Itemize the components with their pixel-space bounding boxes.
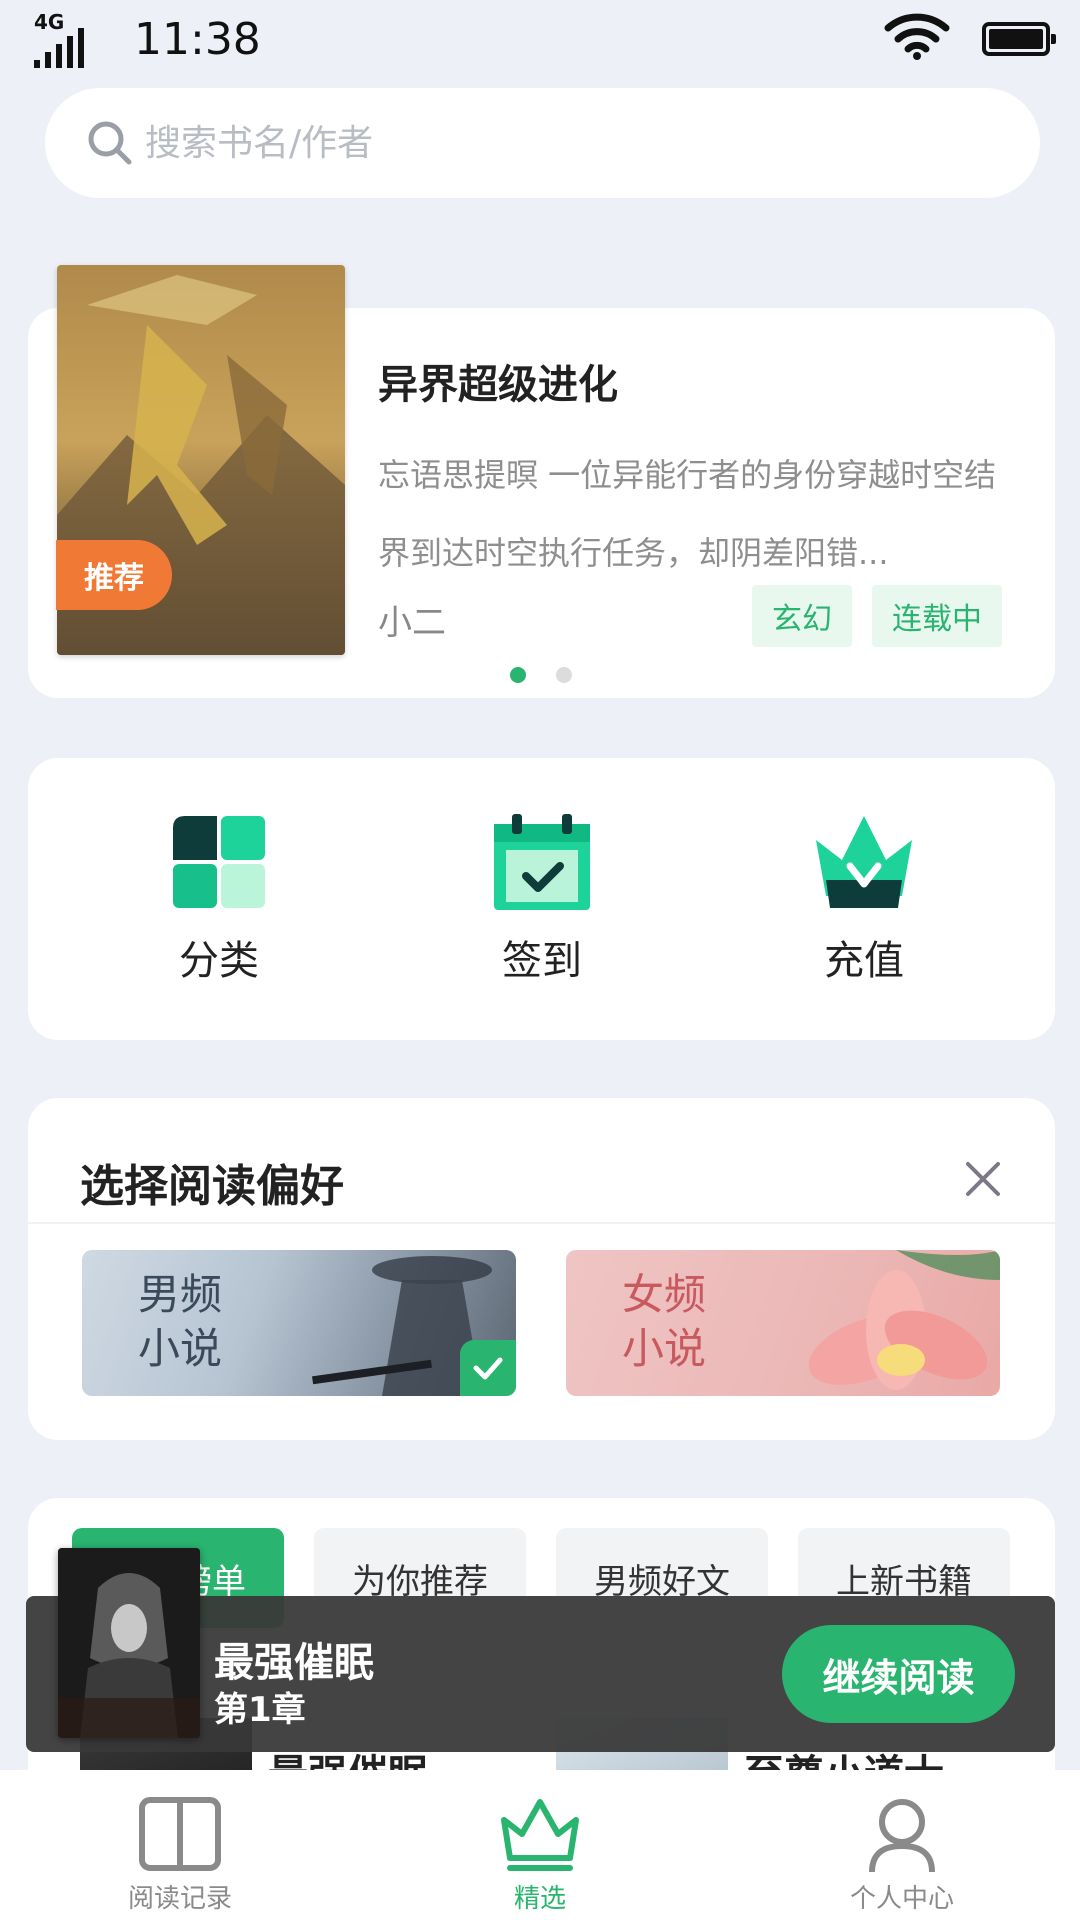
featured-book-title[interactable]: 异界超级进化 <box>378 352 618 410</box>
checkin-entry[interactable]: 签到 <box>442 810 642 986</box>
cellular-signal-icon: 4G <box>34 10 94 68</box>
male-option-line1: 男频 <box>138 1270 223 1319</box>
continue-reading-button[interactable]: 继续阅读 <box>782 1625 1015 1723</box>
carousel-dot-active[interactable] <box>510 667 526 683</box>
close-icon[interactable] <box>958 1154 1008 1204</box>
nav-featured[interactable]: 精选 <box>440 1792 640 1915</box>
category-entry[interactable]: 分类 <box>119 810 319 986</box>
genre-tag: 玄幻 <box>752 585 852 647</box>
book-open-icon <box>139 1797 221 1871</box>
category-icon <box>173 816 265 908</box>
continue-cover-art <box>58 1548 200 1738</box>
search-input[interactable] <box>145 110 845 176</box>
status-tag: 连载中 <box>872 585 1002 647</box>
female-option-line1: 女频 <box>622 1270 707 1319</box>
crown-icon <box>816 816 912 908</box>
continue-book-title: 最强催眠 <box>214 1640 374 1686</box>
female-option-line2: 小说 <box>622 1324 707 1373</box>
recharge-label: 充值 <box>824 938 904 984</box>
featured-book-author: 小二 <box>378 603 446 643</box>
nav-label: 精选 <box>513 1884 566 1914</box>
quick-entry-card: 分类 签到 充值 <box>28 758 1055 1040</box>
category-label: 分类 <box>179 938 259 984</box>
recharge-entry[interactable]: 充值 <box>764 810 964 986</box>
divider <box>28 1222 1055 1224</box>
checkin-label: 签到 <box>502 938 582 984</box>
male-option-line2: 小说 <box>138 1324 223 1373</box>
carousel-dot[interactable] <box>556 667 572 683</box>
status-bar: 4G 11:38 <box>0 0 1080 80</box>
nav-reading-history[interactable]: 阅读记录 <box>80 1792 280 1915</box>
crown-icon <box>501 1799 579 1871</box>
selected-check-icon <box>460 1340 516 1396</box>
recommend-badge: 推荐 <box>56 540 172 610</box>
wifi-icon <box>884 13 950 60</box>
user-icon <box>869 1799 935 1873</box>
nav-profile[interactable]: 个人中心 <box>802 1792 1002 1915</box>
nav-label: 个人中心 <box>849 1884 954 1914</box>
battery-icon <box>982 22 1056 56</box>
search-icon <box>88 121 132 165</box>
reading-preference-card: 选择阅读偏好 男频 小说 女频 小说 <box>28 1098 1055 1440</box>
male-fiction-option[interactable]: 男频 小说 <box>82 1250 516 1396</box>
nav-label: 阅读记录 <box>127 1884 232 1914</box>
continue-book-cover[interactable] <box>58 1548 200 1738</box>
featured-book-description: 忘语思提暝 一位异能行者的身份穿越时空结界到达时空执行任务，却阴差阳错... <box>378 456 997 572</box>
status-time: 11:38 <box>134 14 261 65</box>
preference-title: 选择阅读偏好 <box>80 1161 344 1212</box>
continue-chapter: 第1章 <box>214 1690 306 1730</box>
bottom-nav: 阅读记录 精选 个人中心 <box>0 1770 1080 1920</box>
female-fiction-option[interactable]: 女频 小说 <box>566 1250 1000 1396</box>
search-bar[interactable] <box>45 88 1040 198</box>
calendar-check-icon <box>494 814 590 910</box>
